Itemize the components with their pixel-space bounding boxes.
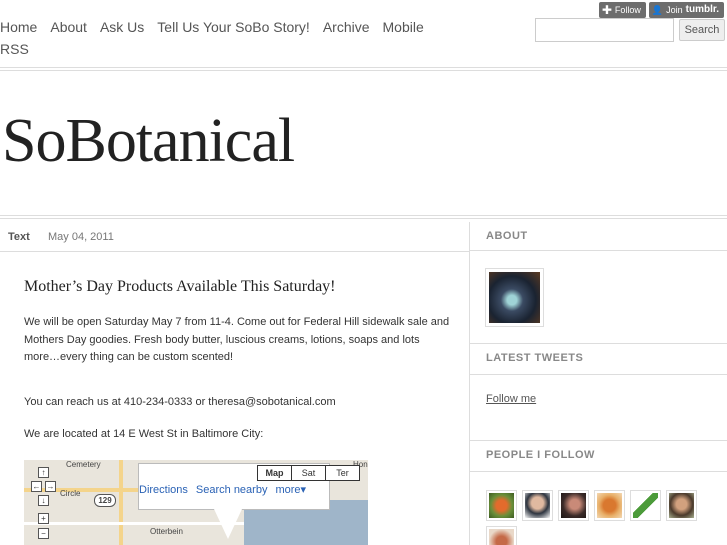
join-label: Join	[666, 5, 683, 15]
zoom-in-icon[interactable]: +	[38, 513, 49, 524]
map-type-switch: Map Sat Ter	[257, 465, 360, 481]
search-input[interactable]	[535, 18, 674, 42]
search-button[interactable]: Search	[679, 19, 725, 41]
embedded-map[interactable]: Cemetery Circle Otterbein Hon 129 ↑ ← → …	[24, 460, 368, 545]
sidebar-divider	[470, 250, 727, 251]
avatar[interactable]	[485, 268, 544, 327]
map-road	[24, 522, 244, 525]
followed-avatar[interactable]	[486, 490, 517, 521]
pan-up-icon[interactable]: ↑	[38, 467, 49, 478]
followed-avatar[interactable]	[594, 490, 625, 521]
latest-tweets-heading: LATEST TWEETS	[486, 352, 584, 364]
sidebar-divider	[470, 440, 727, 441]
map-label: Cemetery	[66, 460, 101, 469]
sidebar-divider	[470, 471, 727, 472]
map-road	[24, 488, 144, 492]
map-road	[119, 460, 123, 545]
nav-sobo-story[interactable]: Tell Us Your SoBo Story!	[157, 16, 310, 38]
nav-archive[interactable]: Archive	[323, 16, 370, 38]
pan-left-icon[interactable]: ←	[31, 481, 42, 492]
tumblr-logo: tumblr.	[685, 4, 719, 15]
followed-avatar[interactable]	[558, 490, 589, 521]
pan-down-icon[interactable]: ↓	[38, 495, 49, 506]
followed-avatar[interactable]	[522, 490, 553, 521]
post-type: Text	[8, 231, 30, 243]
nav-about[interactable]: About	[50, 16, 87, 38]
person-icon: 👤	[651, 5, 664, 15]
map-label: Circle	[60, 489, 81, 498]
post-paragraph: You can reach us at 410-234-0333 or ther…	[24, 396, 336, 408]
tumblr-join-button[interactable]: 👤 Join tumblr.	[648, 2, 724, 18]
sidebar-divider	[470, 343, 727, 344]
pan-right-icon[interactable]: →	[45, 481, 56, 492]
map-search-nearby-link[interactable]: Search nearby	[196, 484, 268, 496]
map-more-link[interactable]: more▾	[275, 484, 306, 496]
title-divider	[0, 215, 727, 219]
nav-rss[interactable]: RSS	[0, 38, 29, 60]
followed-avatar[interactable]	[486, 526, 517, 545]
tumblr-controls: ✚ Follow 👤 Join tumblr.	[598, 2, 724, 18]
map-type-terrain[interactable]: Ter	[325, 465, 360, 481]
sidebar-divider	[470, 374, 727, 375]
site-title[interactable]: SoBotanical	[2, 106, 295, 177]
column-divider	[469, 222, 470, 545]
header-divider	[0, 67, 727, 71]
followed-avatar[interactable]	[666, 490, 697, 521]
nav-mobile[interactable]: Mobile	[383, 16, 424, 38]
zoom-out-icon[interactable]: −	[38, 528, 49, 539]
post-paragraph: We are located at 14 E West St in Baltim…	[24, 428, 264, 440]
plus-icon: ✚	[601, 3, 612, 17]
info-window-pointer	[214, 509, 242, 539]
post-title: Mother’s Day Products Available This Sat…	[24, 278, 336, 295]
map-type-satellite[interactable]: Sat	[291, 465, 326, 481]
post-meta: Text May 04, 2011	[0, 224, 469, 252]
map-label: Otterbein	[150, 527, 183, 536]
about-heading: ABOUT	[486, 230, 528, 242]
post-paragraph: We will be open Saturday May 7 from 11-4…	[24, 316, 450, 363]
people-i-follow-heading: PEOPLE I FOLLOW	[486, 449, 595, 461]
tumblr-follow-button[interactable]: ✚ Follow	[598, 2, 646, 18]
nav-home[interactable]: Home	[0, 16, 37, 38]
map-directions-link[interactable]: Directions	[139, 484, 188, 496]
post-date[interactable]: May 04, 2011	[48, 224, 114, 250]
avatar-image	[489, 272, 540, 323]
followed-avatar[interactable]	[630, 490, 661, 521]
follow-me-link[interactable]: Follow me	[486, 393, 536, 405]
nav-ask-us[interactable]: Ask Us	[100, 16, 144, 38]
map-type-map[interactable]: Map	[257, 465, 292, 481]
follow-label: Follow	[614, 5, 641, 15]
route-shield: 129	[94, 494, 116, 507]
top-nav: Home About Ask Us Tell Us Your SoBo Story! A…	[0, 16, 440, 60]
